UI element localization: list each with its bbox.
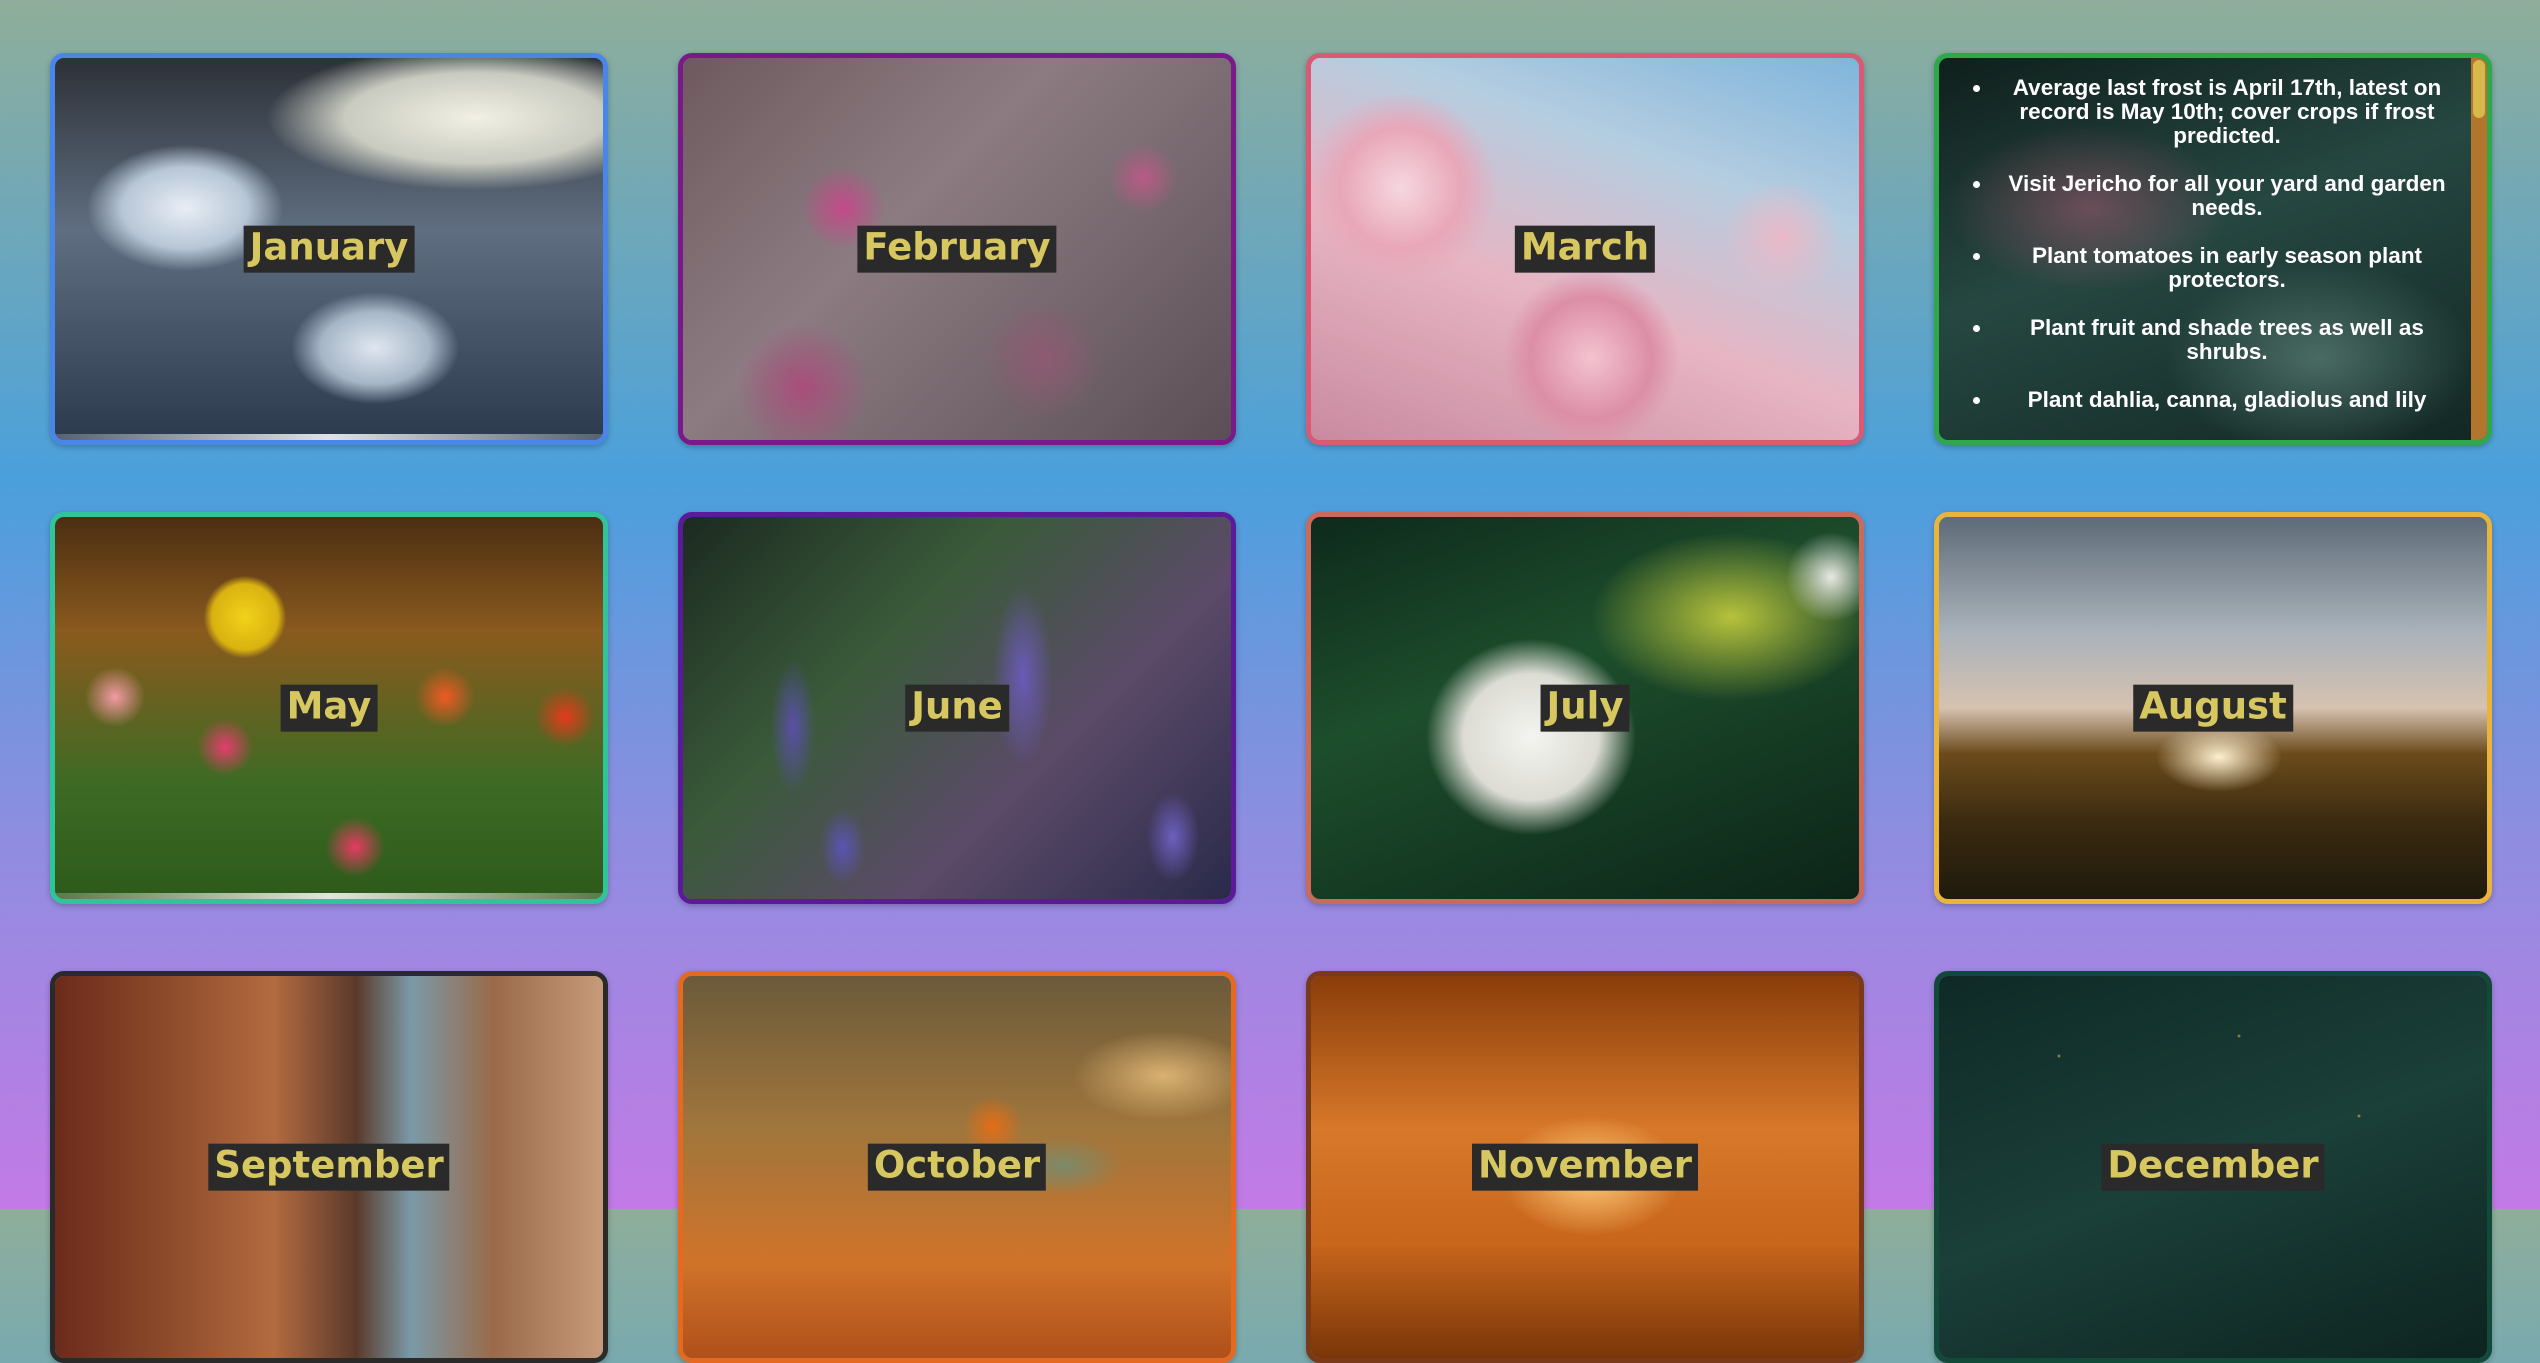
month-label: May: [280, 684, 378, 732]
card-may[interactable]: May: [50, 512, 608, 904]
tip-item: Plant fruit and shade trees as well as s…: [1993, 316, 2461, 364]
month-label: June: [905, 684, 1009, 732]
card-december[interactable]: December: [1934, 971, 2492, 1363]
month-label: November: [1472, 1143, 1698, 1191]
month-label: July: [1540, 684, 1630, 732]
month-label: December: [2101, 1143, 2325, 1191]
tip-item: Plant dahlia, canna, gladiolus and lily: [1993, 388, 2461, 412]
card-bottom-strip: [55, 893, 603, 899]
tip-item: Plant tomatoes in early season plant pro…: [1993, 244, 2461, 292]
card-june[interactable]: June: [678, 512, 1236, 904]
month-label: October: [867, 1143, 1047, 1191]
month-label: September: [208, 1143, 450, 1191]
card-september[interactable]: September: [50, 971, 608, 1363]
card-january[interactable]: January: [50, 53, 608, 445]
scrollbar-thumb[interactable]: [2473, 60, 2485, 118]
tips-list: Average last frost is April 17th, latest…: [1953, 76, 2461, 412]
month-label: January: [243, 225, 415, 273]
card-july[interactable]: July: [1306, 512, 1864, 904]
month-grid: January February March Average last fros…: [50, 53, 2492, 1363]
card-october[interactable]: October: [678, 971, 1236, 1363]
card-march[interactable]: March: [1306, 53, 1864, 445]
month-label: February: [857, 225, 1057, 273]
tips-scrollbar[interactable]: [2471, 58, 2487, 440]
card-april[interactable]: Average last frost is April 17th, latest…: [1934, 53, 2492, 445]
month-label: August: [2133, 684, 2293, 732]
tip-item: Average last frost is April 17th, latest…: [1993, 76, 2461, 148]
tip-item: Visit Jericho for all your yard and gard…: [1993, 172, 2461, 220]
card-november[interactable]: November: [1306, 971, 1864, 1363]
card-august[interactable]: August: [1934, 512, 2492, 904]
card-february[interactable]: February: [678, 53, 1236, 445]
card-bottom-strip: [55, 434, 603, 440]
month-label: March: [1514, 225, 1656, 273]
april-tips-panel[interactable]: Average last frost is April 17th, latest…: [1939, 58, 2487, 440]
